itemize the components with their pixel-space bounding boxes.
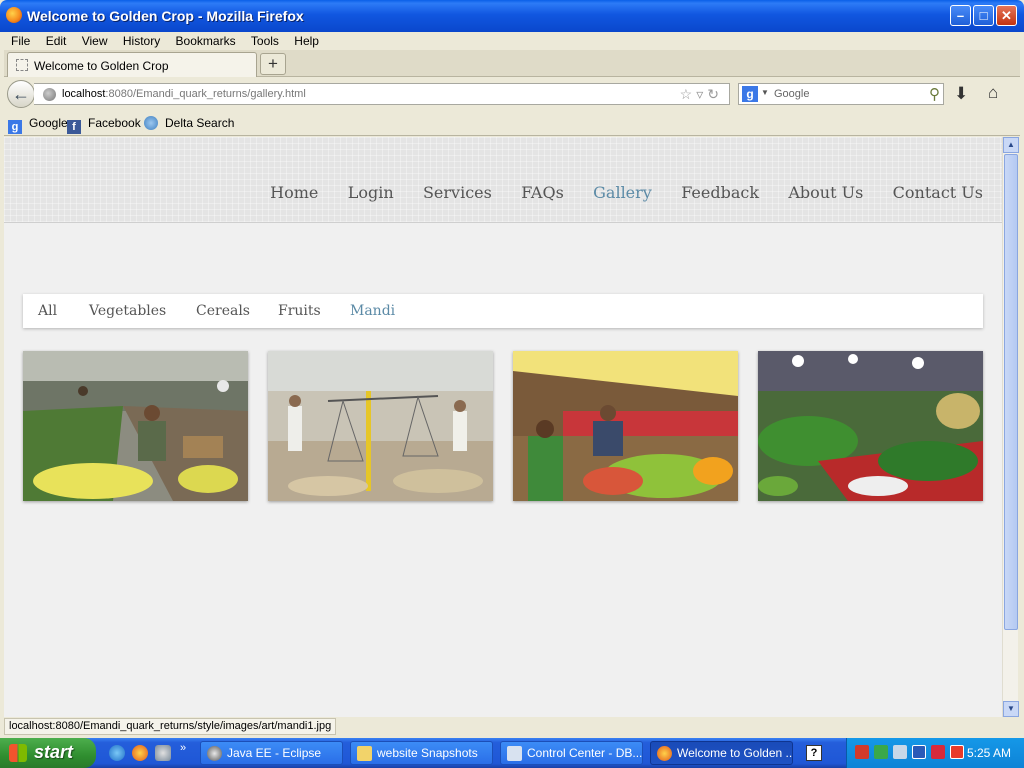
page-favicon-icon [16,59,28,71]
internet-explorer-icon[interactable] [109,745,125,761]
engine-dropdown-icon[interactable]: ▼ [761,88,769,97]
task-eclipse[interactable]: Java EE - Eclipse [200,741,343,765]
bookmark-star-icon[interactable]: ☆ [680,86,697,102]
address-bar-icons: ☆▿↻ [680,86,723,103]
filter-mandi[interactable]: Mandi [350,303,395,319]
eclipse-quicklaunch-icon[interactable] [155,745,171,761]
home-icon[interactable]: ⌂ [988,83,998,103]
downloads-icon[interactable]: ⬇ [954,84,968,104]
status-bar: localhost:8080/Emandi_quark_returns/styl… [4,717,1020,737]
windows-logo-icon [9,744,27,762]
status-link-text: localhost:8080/Emandi_quark_returns/styl… [4,718,337,735]
night-vegetable-market-photo[interactable] [758,351,983,501]
firefox-icon [6,7,22,23]
control-center-icon [507,746,522,761]
grain-weighing-scale-photo[interactable] [268,351,493,501]
menu-history[interactable]: History [116,32,165,48]
close-button[interactable]: ✕ [996,5,1017,26]
address-url: localhost:8080/Emandi_quark_returns/gall… [62,88,306,100]
search-bar[interactable]: g ▼ Google ⚲ [738,83,944,105]
bookmarks-toolbar: g Google f Facebook Delta Search [4,112,1020,136]
browser-tab[interactable]: Welcome to Golden Crop [7,52,257,77]
tab-label: Welcome to Golden Crop [34,59,169,73]
display-icon[interactable] [912,745,926,759]
navigation-toolbar: ← localhost:8080/Emandi_quark_returns/ga… [4,78,1020,111]
security-shield-icon[interactable] [931,745,945,759]
filter-vegetables[interactable]: Vegetables [89,303,166,319]
help-icon[interactable]: ? [806,745,822,761]
tab-strip: Welcome to Golden Crop + [4,50,1020,77]
task-website-snapshots[interactable]: website Snapshots [350,741,493,765]
facebook-icon: f [67,120,81,134]
scrollbar-thumb[interactable] [1004,154,1018,630]
vegetable-market-photo[interactable] [23,351,248,501]
search-input[interactable]: Google [774,88,809,100]
window-title-bar: Welcome to Golden Crop - Mozilla Firefox… [0,0,1024,32]
taskbar: start » Java EE - Eclipse website Snapsh… [0,738,1024,768]
bookmark-delta-search[interactable]: Delta Search [144,116,234,130]
back-arrow-icon: ← [12,84,30,104]
address-bar[interactable]: localhost:8080/Emandi_quark_returns/gall… [34,83,730,105]
nav-home[interactable]: Home [270,183,318,202]
network-icon[interactable] [893,745,907,759]
menu-view[interactable]: View [75,32,113,48]
filter-fruits[interactable]: Fruits [278,303,321,319]
folder-icon [357,746,372,761]
menu-bar: File Edit View History Bookmarks Tools H… [4,32,1020,50]
tray-app-icon[interactable] [874,745,888,759]
history-dropdown-icon[interactable]: ▿ [696,86,707,102]
site-identity-icon[interactable] [43,88,56,101]
filter-all[interactable]: All [38,303,57,319]
menu-edit[interactable]: Edit [39,32,72,48]
nav-services[interactable]: Services [423,183,492,202]
back-button[interactable]: ← [7,80,35,108]
filter-cereals[interactable]: Cereals [196,303,250,319]
speaker-icon[interactable] [855,745,869,759]
system-tray: 5:25 AM [846,738,1024,768]
task-firefox[interactable]: Welcome to Golden ... [650,741,793,765]
scroll-down-icon[interactable]: ▼ [1003,701,1019,717]
nav-feedback[interactable]: Feedback [681,183,759,202]
bookmark-google[interactable]: g Google [8,116,68,134]
scroll-up-icon[interactable]: ▲ [1003,137,1019,153]
site-navigation: Home Login Services FAQs Gallery Feedbac… [244,183,983,202]
firefox-quicklaunch-icon[interactable] [132,745,148,761]
minimize-button[interactable]: – [950,5,971,26]
vertical-scrollbar[interactable]: ▲ ▼ [1002,137,1019,717]
start-button[interactable]: start [0,738,96,768]
window-title: Welcome to Golden Crop - Mozilla Firefox [27,8,304,24]
page-viewport: Home Login Services FAQs Gallery Feedbac… [4,137,1002,717]
nav-faqs[interactable]: FAQs [521,183,564,202]
firefox-task-icon [657,746,672,761]
nav-gallery[interactable]: Gallery [593,183,652,202]
reload-icon[interactable]: ↻ [707,86,723,102]
menu-help[interactable]: Help [287,32,324,48]
clock: 5:25 AM [967,746,1012,760]
nav-contact-us[interactable]: Contact Us [893,183,983,202]
delta-search-icon [144,116,158,130]
quicklaunch-overflow-icon[interactable]: » [180,742,186,754]
search-icon[interactable]: ⚲ [929,85,940,103]
new-tab-button[interactable]: + [260,53,286,75]
nav-about-us[interactable]: About Us [788,183,863,202]
gallery-filter-bar: All Vegetables Cereals Fruits Mandi [23,294,983,328]
menu-bookmarks[interactable]: Bookmarks [169,32,241,48]
site-header: Home Login Services FAQs Gallery Feedbac… [4,137,1002,223]
google-engine-icon[interactable]: g [742,86,758,102]
eclipse-icon [207,746,222,761]
maximize-button[interactable]: □ [973,5,994,26]
task-control-center[interactable]: Control Center - DB... [500,741,643,765]
menu-file[interactable]: File [4,32,35,48]
fruit-stall-photo[interactable] [513,351,738,501]
nav-login[interactable]: Login [348,183,394,202]
bookmark-facebook[interactable]: f Facebook [67,116,141,134]
menu-tools[interactable]: Tools [244,32,284,48]
search-tray-icon[interactable] [950,745,964,759]
google-icon: g [8,120,22,134]
